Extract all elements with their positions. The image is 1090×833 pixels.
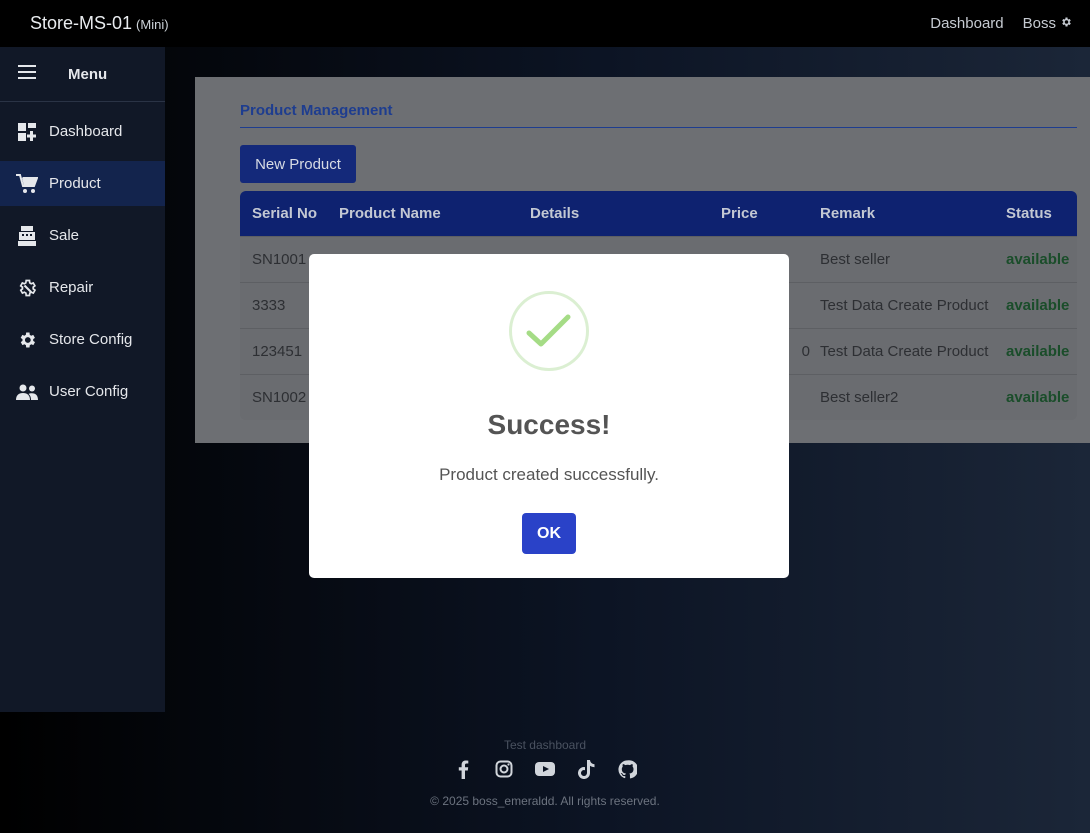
brand-name: Store-MS-01 (30, 13, 133, 33)
copyright-text: © 2025 boss_emeraldd. All rights reserve… (430, 794, 660, 808)
success-dialog: Success! Product created successfully. O… (309, 254, 789, 578)
brand-suffix: (Mini) (136, 17, 169, 32)
sidebar-item-repair[interactable]: Repair (0, 265, 165, 310)
table-header: Serial No Product Name Details Price Rem… (240, 191, 1077, 236)
column-header: Details (530, 205, 580, 222)
sidebar-header: Menu (0, 47, 165, 102)
new-product-button[interactable]: New Product (240, 145, 356, 183)
instagram-icon[interactable] (494, 759, 514, 779)
gear-icon (1060, 15, 1072, 32)
dialog-title: Success! (487, 409, 611, 440)
cell-remark: Test Data Create Product (820, 343, 989, 360)
sidebar-item-label: User Config (49, 383, 129, 400)
social-links (453, 759, 637, 779)
dialog-message: Product created successfully. (439, 465, 659, 484)
sidebar-title: Menu (68, 65, 108, 83)
sidebar: Menu Dashboard Product Sale Repair Store… (0, 47, 165, 712)
sidebar-item-label: Sale (49, 227, 80, 244)
user-menu[interactable]: Boss (1023, 15, 1072, 32)
users-icon (16, 381, 38, 403)
column-header: Remark (820, 205, 876, 222)
status-badge: available (1006, 389, 1070, 406)
sidebar-item-label: Repair (49, 279, 94, 296)
status-badge: available (1006, 297, 1070, 314)
sidebar-item-user-config[interactable]: User Config (0, 369, 165, 414)
facebook-icon[interactable] (453, 759, 473, 779)
column-header: Serial No (252, 205, 318, 222)
cell-remark: Test Data Create Product (820, 297, 989, 314)
column-header: Product Name (339, 205, 441, 222)
nav-dashboard-link[interactable]: Dashboard (930, 15, 1003, 32)
status-badge: available (1006, 251, 1070, 268)
sidebar-item-label: Dashboard (49, 123, 123, 140)
dashboard-icon (16, 121, 38, 143)
sidebar-item-dashboard[interactable]: Dashboard (0, 109, 165, 154)
sidebar-item-product[interactable]: Product (0, 161, 165, 206)
sidebar-item-store-config[interactable]: Store Config (0, 317, 165, 362)
success-check-icon (509, 291, 589, 371)
github-icon[interactable] (617, 759, 637, 779)
cell-remark: Best seller (820, 251, 891, 268)
column-header: Status (1006, 205, 1052, 222)
app-brand[interactable]: Store-MS-01 (Mini) (30, 13, 169, 34)
status-badge: available (1006, 343, 1070, 360)
sidebar-item-sale[interactable]: Sale (0, 213, 165, 258)
sidebar-item-label: Store Config (49, 331, 133, 348)
cart-icon (16, 173, 38, 195)
top-navbar: Store-MS-01 (Mini) Dashboard Boss (0, 0, 1090, 47)
sidebar-item-label: Product (49, 175, 101, 192)
repair-gear-icon (16, 277, 38, 299)
hamburger-icon[interactable] (18, 64, 36, 84)
gear-icon (16, 329, 38, 351)
youtube-icon[interactable] (535, 759, 555, 779)
footer: Test dashboard © 2025 boss_emeraldd. All… (0, 712, 1090, 833)
top-nav: Dashboard Boss (930, 15, 1072, 32)
tiktok-icon[interactable] (576, 759, 596, 779)
footer-caption: Test dashboard (503, 738, 587, 752)
user-name: Boss (1022, 15, 1056, 32)
column-header: Price (721, 205, 758, 222)
page-title: Product Management (240, 102, 1077, 128)
cell-remark: Best seller2 (820, 389, 899, 406)
ok-button[interactable]: OK (522, 513, 576, 554)
cash-register-icon (16, 225, 38, 247)
